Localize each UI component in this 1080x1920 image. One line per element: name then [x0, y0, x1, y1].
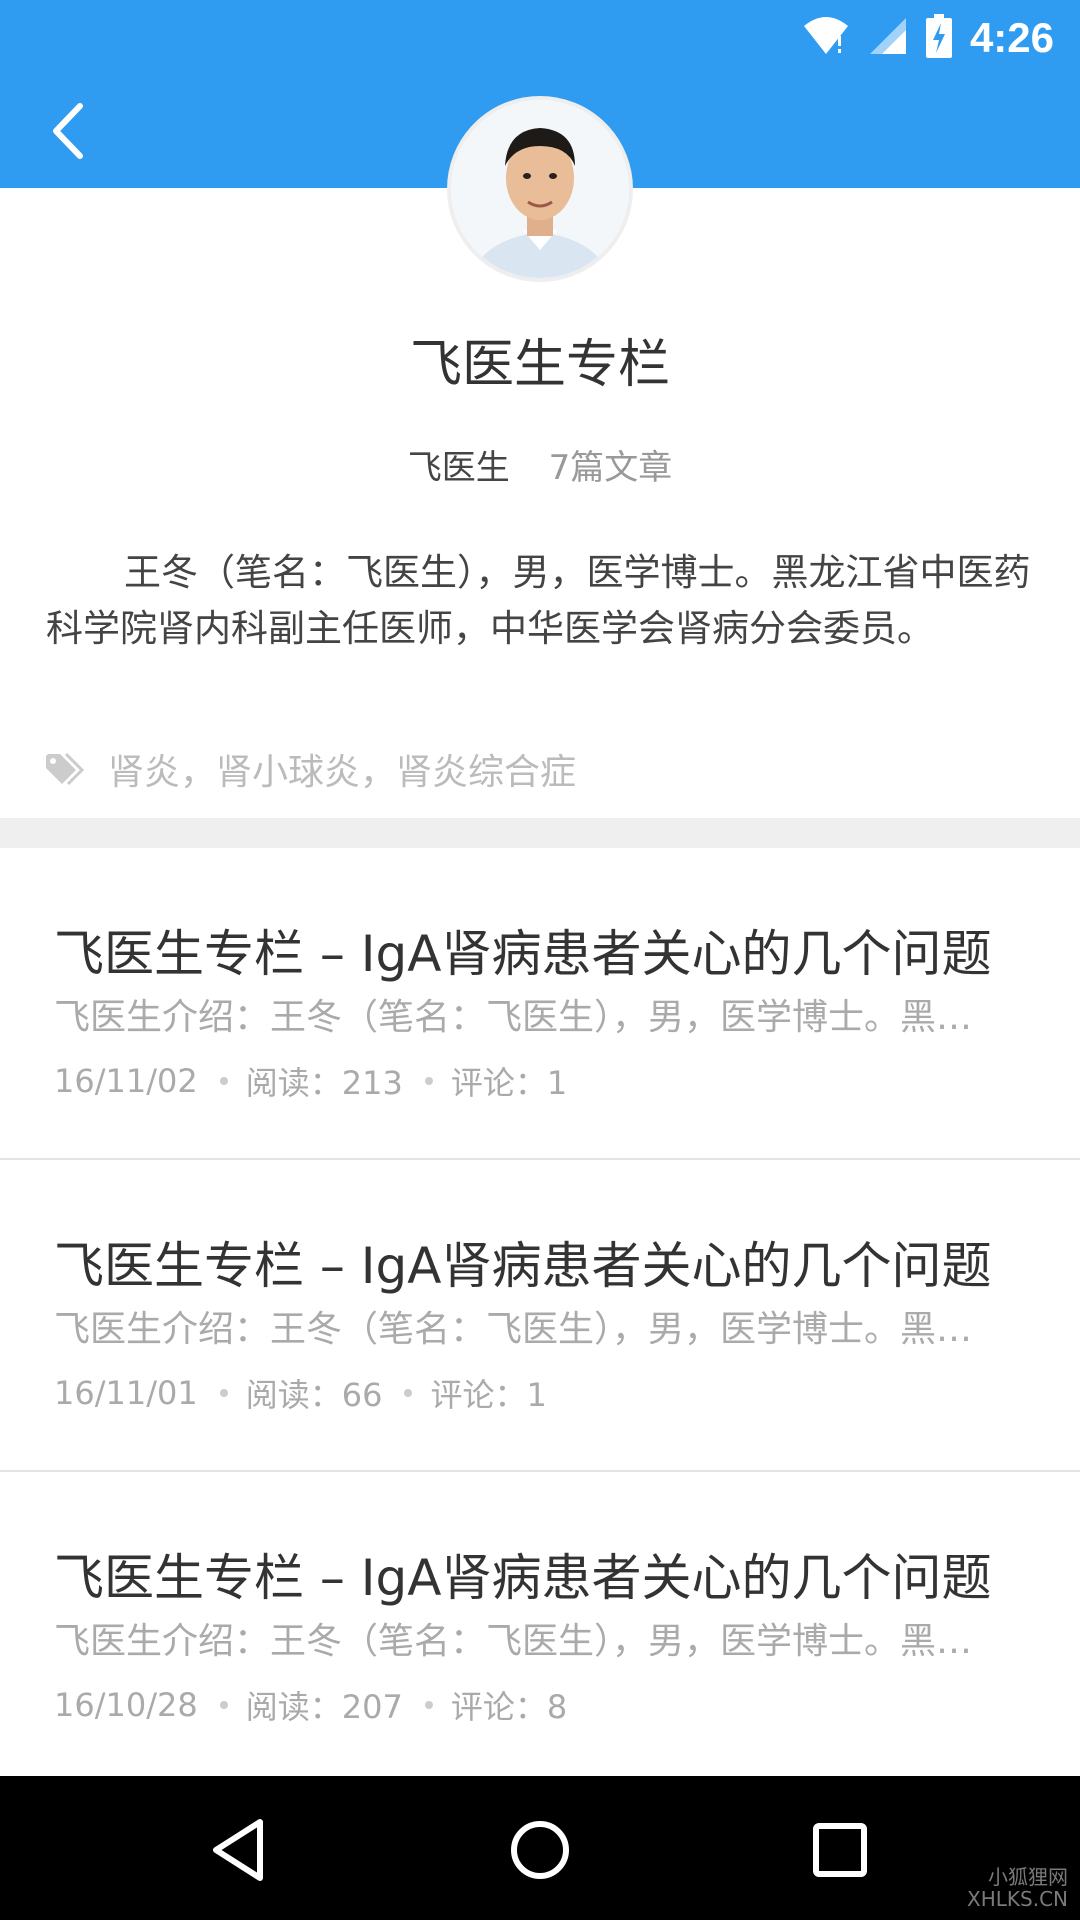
watermark-line-2: XHLKS.CN	[967, 1887, 1068, 1911]
article-summary: 飞医生介绍：王冬（笔名：飞医生），男，医学博士。黑龙江省中医药科学院	[54, 997, 994, 1038]
author-name[interactable]: 飞医生	[408, 448, 510, 488]
article-reads: 阅读：207	[245, 1688, 403, 1726]
column-title: 飞医生专栏	[409, 335, 670, 395]
article-date: 16/11/01	[54, 1374, 198, 1412]
watermark: 小狐狸网 XHLKS.CN	[967, 1866, 1068, 1910]
doctor-portrait	[451, 100, 629, 278]
avatar	[447, 96, 633, 282]
column-meta: 飞医生 7篇文章	[0, 440, 1080, 489]
article-date: 16/10/28	[54, 1686, 198, 1724]
wifi-icon	[802, 16, 850, 60]
back-button[interactable]	[44, 96, 94, 166]
nav-home-button[interactable]	[500, 1810, 580, 1890]
nav-back-button[interactable]	[202, 1810, 282, 1890]
article-comments: 评论：1	[450, 1064, 568, 1102]
chevron-left-icon	[53, 103, 83, 159]
article-info: 16/11/01 阅读：66 评论：1	[54, 1370, 547, 1416]
article-summary: 飞医生介绍：王冬（笔名：飞医生），男，医学博士。黑龙江省中医药科学院	[54, 1621, 994, 1662]
article-title: 飞医生专栏 – IgA肾病患者关心的几个问题	[54, 1237, 992, 1295]
separator-dot	[219, 1701, 228, 1709]
nav-recents-button[interactable]	[800, 1810, 880, 1890]
article-comments: 评论：1	[430, 1376, 547, 1414]
nav-back-icon	[213, 1819, 263, 1881]
separator-dot	[219, 1389, 228, 1397]
article-reads: 阅读：213	[245, 1064, 403, 1102]
system-nav-bar: 小狐狸网 XHLKS.CN	[0, 1776, 1080, 1920]
article-info: 16/10/28 阅读：207 评论：8	[54, 1682, 567, 1728]
signal-icon	[868, 16, 908, 60]
watermark-line-1: 小狐狸网	[988, 1865, 1068, 1889]
tags-icon	[46, 752, 86, 786]
separator-dot	[424, 1077, 433, 1085]
article-reads: 阅读：66	[245, 1376, 383, 1414]
nav-recents-icon	[813, 1823, 867, 1877]
article-item[interactable]: 飞医生专栏 – IgA肾病患者关心的几个问题 飞医生介绍：王冬（笔名：飞医生），…	[0, 1472, 1080, 1776]
article-item[interactable]: 飞医生专栏 – IgA肾病患者关心的几个问题 飞医生介绍：王冬（笔名：飞医生），…	[0, 848, 1080, 1160]
battery-charging-icon	[925, 14, 952, 62]
status-bar: 4:26	[802, 0, 1080, 76]
article-date: 16/11/02	[54, 1062, 198, 1100]
article-title: 飞医生专栏 – IgA肾病患者关心的几个问题	[54, 925, 992, 983]
article-count: 7篇文章	[548, 448, 673, 488]
article-info: 16/11/02 阅读：213 评论：1	[54, 1058, 567, 1104]
separator-dot	[424, 1701, 433, 1709]
article-comments: 评论：8	[450, 1688, 568, 1726]
article-item[interactable]: 飞医生专栏 – IgA肾病患者关心的几个问题 飞医生介绍：王冬（笔名：飞医生），…	[0, 1160, 1080, 1472]
tag-row: 肾炎，肾小球炎，肾炎综合症	[46, 744, 576, 794]
tag-list: 肾炎，肾小球炎，肾炎综合症	[108, 752, 577, 793]
section-divider	[0, 818, 1080, 848]
status-time: 4:26	[969, 14, 1054, 61]
author-bio: 王冬（笔名：飞医生），男，医学博士。黑龙江省中医药科学院肾内科副主任医师，中华医…	[46, 551, 1031, 650]
article-summary: 飞医生介绍：王冬（笔名：飞医生），男，医学博士。黑龙江省中医药科学院	[54, 1309, 994, 1350]
separator-dot	[219, 1077, 228, 1085]
article-title: 飞医生专栏 – IgA肾病患者关心的几个问题	[54, 1549, 992, 1607]
separator-dot	[404, 1389, 413, 1397]
nav-home-icon	[511, 1821, 569, 1879]
